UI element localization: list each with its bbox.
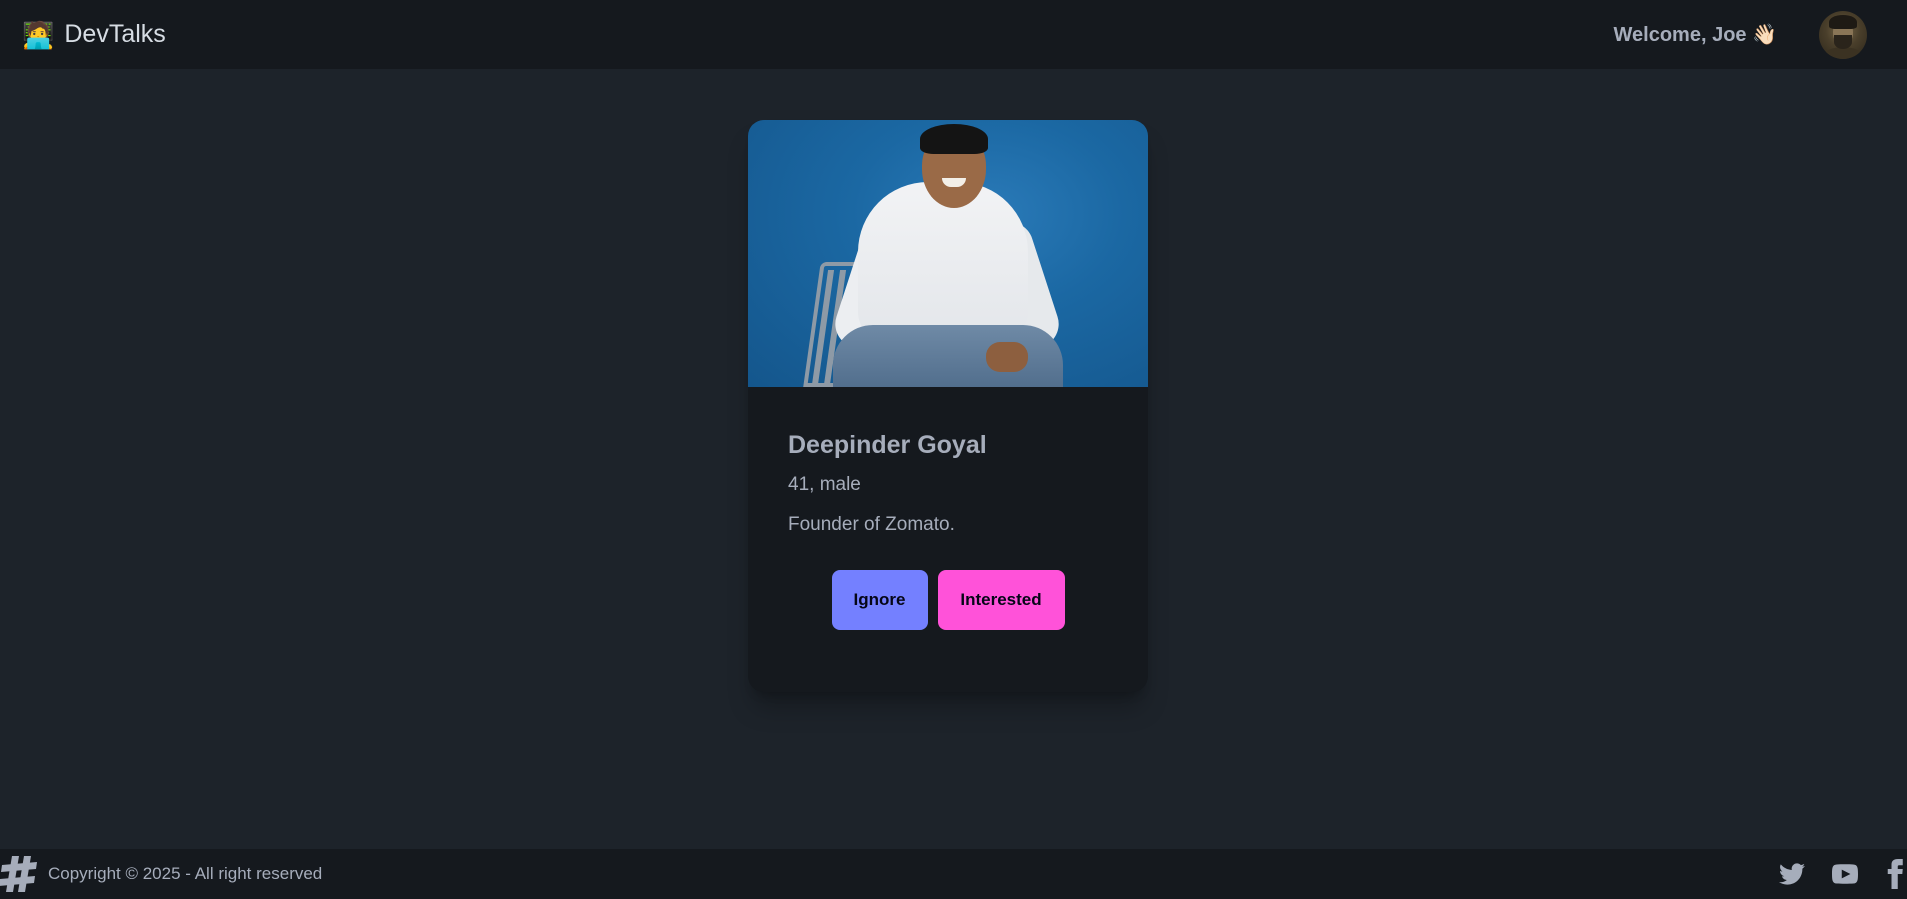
clasped-hands-shape — [986, 342, 1028, 372]
interested-button[interactable]: Interested — [937, 570, 1065, 630]
navbar-user-area: Welcome, Joe 👋🏻 — [1613, 10, 1885, 59]
profile-photo — [748, 120, 1148, 387]
user-avatar[interactable] — [1819, 10, 1867, 59]
profile-age-gender: 41, male — [788, 474, 861, 495]
avatar-hair-shape — [1829, 14, 1857, 29]
profile-about: Founder of Zomato. — [788, 514, 955, 535]
hair-shape — [920, 124, 988, 154]
facebook-icon[interactable] — [1883, 859, 1905, 889]
navbar: 🧑‍💻 DevTalks Welcome, Joe 👋🏻 — [0, 0, 1907, 69]
copyright-text: Copyright © 2025 - All right reserved — [48, 864, 323, 883]
brand-link[interactable]: 🧑‍💻 DevTalks — [22, 20, 166, 49]
card-body: Deepinder Goyal 41, male Founder of Zoma… — [748, 387, 1148, 630]
jeans-shape — [833, 325, 1063, 387]
twitter-icon[interactable] — [1777, 861, 1807, 887]
footer-left: Copyright © 2025 - All right reserved — [0, 852, 322, 896]
welcome-text: Welcome, Joe 👋🏻 — [1613, 24, 1777, 46]
social-links — [1777, 859, 1907, 889]
card-actions: Ignore Interested — [788, 570, 1108, 630]
brand-name: DevTalks — [64, 20, 166, 48]
hash-icon — [0, 856, 37, 892]
footer: Copyright © 2025 - All right reserved — [0, 849, 1907, 899]
profile-name: Deepinder Goyal — [788, 431, 987, 459]
technologist-icon: 🧑‍💻 — [22, 19, 55, 50]
youtube-icon[interactable] — [1829, 861, 1861, 887]
avatar-beard-shape — [1834, 34, 1852, 49]
ignore-button[interactable]: Ignore — [831, 570, 928, 630]
profile-card: Deepinder Goyal 41, male Founder of Zoma… — [748, 120, 1148, 692]
